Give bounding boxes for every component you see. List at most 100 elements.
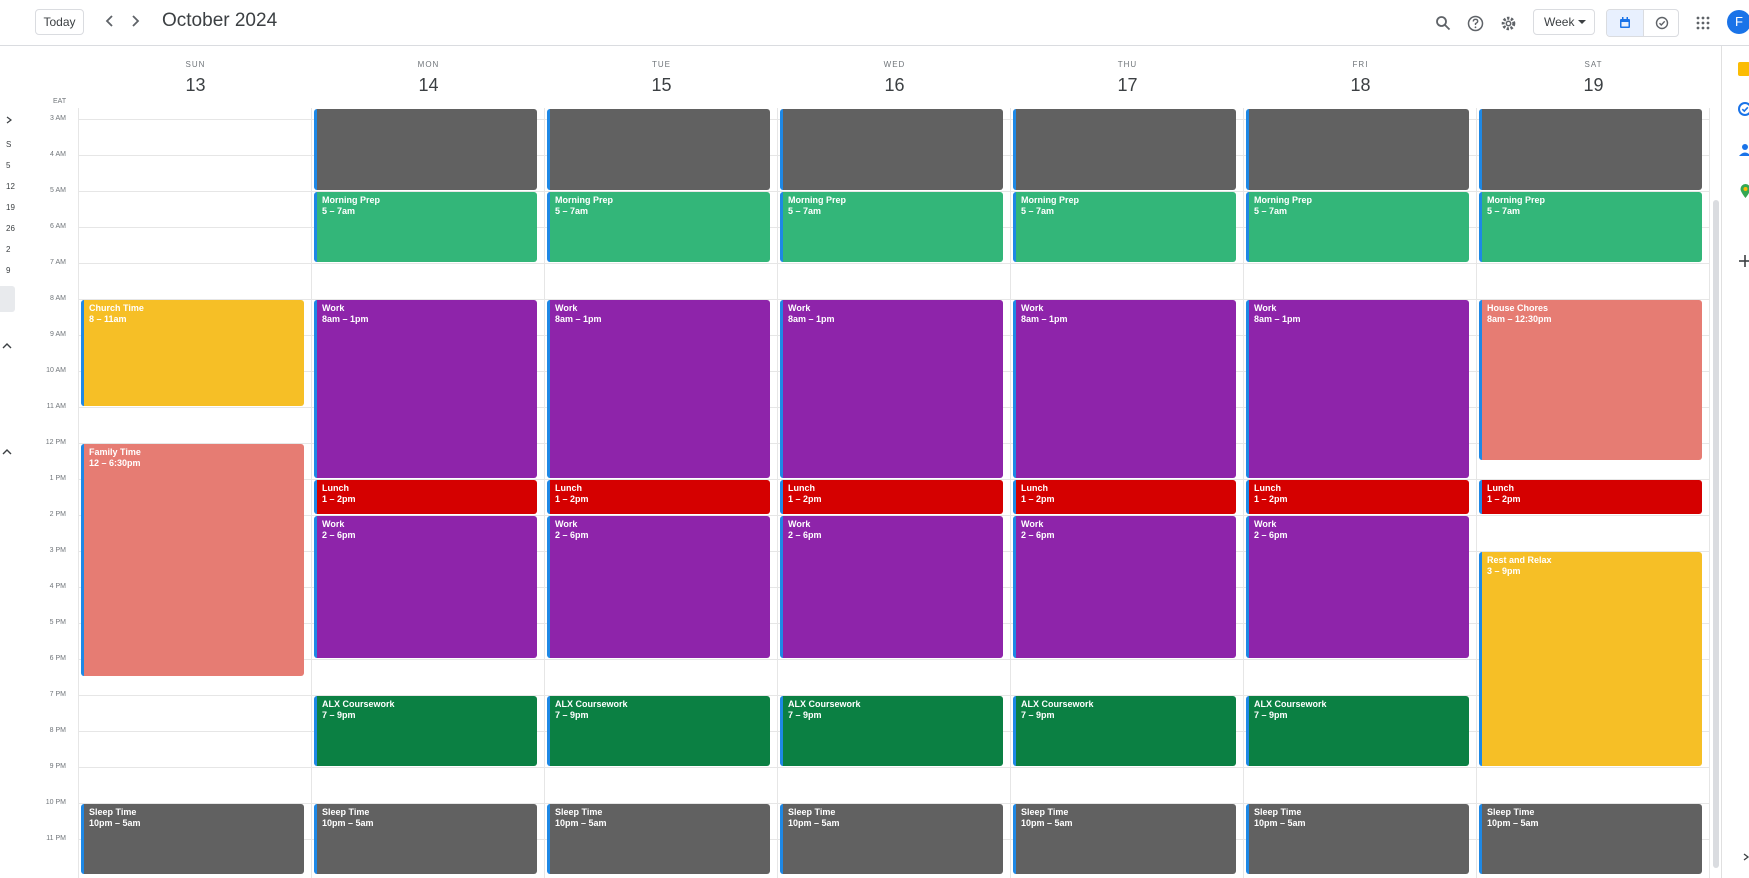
event-morning-prep[interactable]: Morning Prep 5 – 7am [547,192,770,262]
day-header-sat[interactable]: SAT 19 [1477,56,1710,100]
event-sleep-time[interactable]: Sleep Time 10pm – 5am [81,804,304,874]
event-work[interactable]: Work 8am – 1pm [1013,300,1236,478]
event-block[interactable] [780,109,1003,190]
event-time: 8 – 11am [89,314,127,324]
event-alx-coursework[interactable]: ALX Coursework 7 – 9pm [1246,696,1469,766]
event-block[interactable] [314,109,537,190]
apps-button[interactable] [1692,12,1714,34]
day-column-divider [1709,108,1710,878]
day-number[interactable]: 13 [79,75,312,96]
event-block[interactable] [547,109,770,190]
event-work[interactable]: Work 2 – 6pm [314,516,537,658]
contacts-icon[interactable] [1739,143,1749,162]
grid-scrollbar[interactable] [1713,200,1719,868]
event-lunch[interactable]: Lunch 1 – 2pm [314,480,537,514]
hour-label: 7 PM [49,691,66,698]
help-button[interactable] [1464,12,1486,34]
calendar-view-toggle[interactable] [1607,10,1643,36]
event-work[interactable]: Work 2 – 6pm [547,516,770,658]
today-button[interactable]: Today [35,9,84,35]
event-time: 1 – 2pm [788,494,822,504]
event-title: Morning Prep [788,195,846,205]
event-block[interactable] [1246,109,1469,190]
event-sleep-time[interactable]: Sleep Time 10pm – 5am [1246,804,1469,874]
event-title: Morning Prep [1021,195,1079,205]
event-time: 10pm – 5am [89,818,141,828]
avatar[interactable]: F [1727,10,1749,34]
day-number[interactable]: 15 [545,75,778,96]
event-time: 2 – 6pm [555,530,589,540]
hour-label: 10 PM [45,799,66,806]
day-header-mon[interactable]: MON 14 [312,56,545,100]
event-morning-prep[interactable]: Morning Prep 5 – 7am [1246,192,1469,262]
day-number[interactable]: 16 [778,75,1011,96]
event-sleep-time[interactable]: Sleep Time 10pm – 5am [547,804,770,874]
day-header-sun[interactable]: SUN 13 [79,56,312,100]
event-time: 8am – 12:30pm [1487,314,1552,324]
check-circle-icon [1655,16,1668,30]
event-work[interactable]: Work 8am – 1pm [547,300,770,478]
event-sleep-time[interactable]: Sleep Time 10pm – 5am [314,804,537,874]
expand-panel-icon[interactable] [1742,849,1749,867]
hour-label: 3 AM [50,115,66,122]
event-time: 1 – 2pm [1254,494,1288,504]
tasks-icon[interactable] [1738,102,1749,121]
event-family-time[interactable]: Family Time 12 – 6:30pm [81,444,304,676]
event-sleep-time[interactable]: Sleep Time 10pm – 5am [1479,804,1702,874]
event-work[interactable]: Work 2 – 6pm [780,516,1003,658]
settings-button[interactable] [1497,12,1519,34]
event-alx-coursework[interactable]: ALX Coursework 7 – 9pm [547,696,770,766]
event-time: 7 – 9pm [788,710,822,720]
search-button[interactable] [1432,12,1454,34]
event-lunch[interactable]: Lunch 1 – 2pm [780,480,1003,514]
event-morning-prep[interactable]: Morning Prep 5 – 7am [1479,192,1702,262]
event-time: 8am – 1pm [555,314,602,324]
view-selector[interactable]: Week [1533,9,1595,35]
event-block[interactable] [1013,109,1236,190]
day-header-fri[interactable]: FRI 18 [1244,56,1477,100]
event-title: Work [555,303,578,313]
add-icon[interactable] [1738,254,1749,273]
event-morning-prep[interactable]: Morning Prep 5 – 7am [780,192,1003,262]
event-time: 10pm – 5am [555,818,607,828]
day-header-tue[interactable]: TUE 15 [545,56,778,100]
day-number[interactable]: 17 [1011,75,1244,96]
event-block[interactable] [1479,109,1702,190]
event-work[interactable]: Work 8am – 1pm [1246,300,1469,478]
event-title: Morning Prep [322,195,380,205]
next-week-button[interactable] [125,11,145,33]
event-sleep-time[interactable]: Sleep Time 10pm – 5am [780,804,1003,874]
event-lunch[interactable]: Lunch 1 – 2pm [1479,480,1702,514]
search-icon [1436,16,1451,31]
tasks-view-toggle[interactable] [1643,10,1678,36]
event-lunch[interactable]: Lunch 1 – 2pm [547,480,770,514]
event-time: 10pm – 5am [322,818,374,828]
day-of-week-label: SUN [185,60,206,69]
day-number[interactable]: 14 [312,75,545,96]
event-sleep-time[interactable]: Sleep Time 10pm – 5am [1013,804,1236,874]
event-work[interactable]: Work 2 – 6pm [1013,516,1236,658]
event-time: 7 – 9pm [555,710,589,720]
event-alx-coursework[interactable]: ALX Coursework 7 – 9pm [780,696,1003,766]
event-work[interactable]: Work 8am – 1pm [314,300,537,478]
event-church-time[interactable]: Church Time 8 – 11am [81,300,304,406]
event-morning-prep[interactable]: Morning Prep 5 – 7am [314,192,537,262]
day-number[interactable]: 18 [1244,75,1477,96]
event-alx-coursework[interactable]: ALX Coursework 7 – 9pm [1013,696,1236,766]
hour-label: 2 PM [49,511,66,518]
day-number[interactable]: 19 [1477,75,1710,96]
event-house-chores[interactable]: House Chores 8am – 12:30pm [1479,300,1702,460]
previous-week-button[interactable] [100,11,120,33]
day-header-thu[interactable]: THU 17 [1011,56,1244,100]
event-alx-coursework[interactable]: ALX Coursework 7 – 9pm [314,696,537,766]
event-lunch[interactable]: Lunch 1 – 2pm [1246,480,1469,514]
event-lunch[interactable]: Lunch 1 – 2pm [1013,480,1236,514]
keep-icon[interactable] [1738,62,1749,76]
event-work[interactable]: Work 2 – 6pm [1246,516,1469,658]
event-morning-prep[interactable]: Morning Prep 5 – 7am [1013,192,1236,262]
maps-icon[interactable] [1740,184,1749,204]
event-rest-and-relax[interactable]: Rest and Relax 3 – 9pm [1479,552,1702,766]
event-title: Morning Prep [555,195,613,205]
day-header-wed[interactable]: WED 16 [778,56,1011,100]
event-work[interactable]: Work 8am – 1pm [780,300,1003,478]
